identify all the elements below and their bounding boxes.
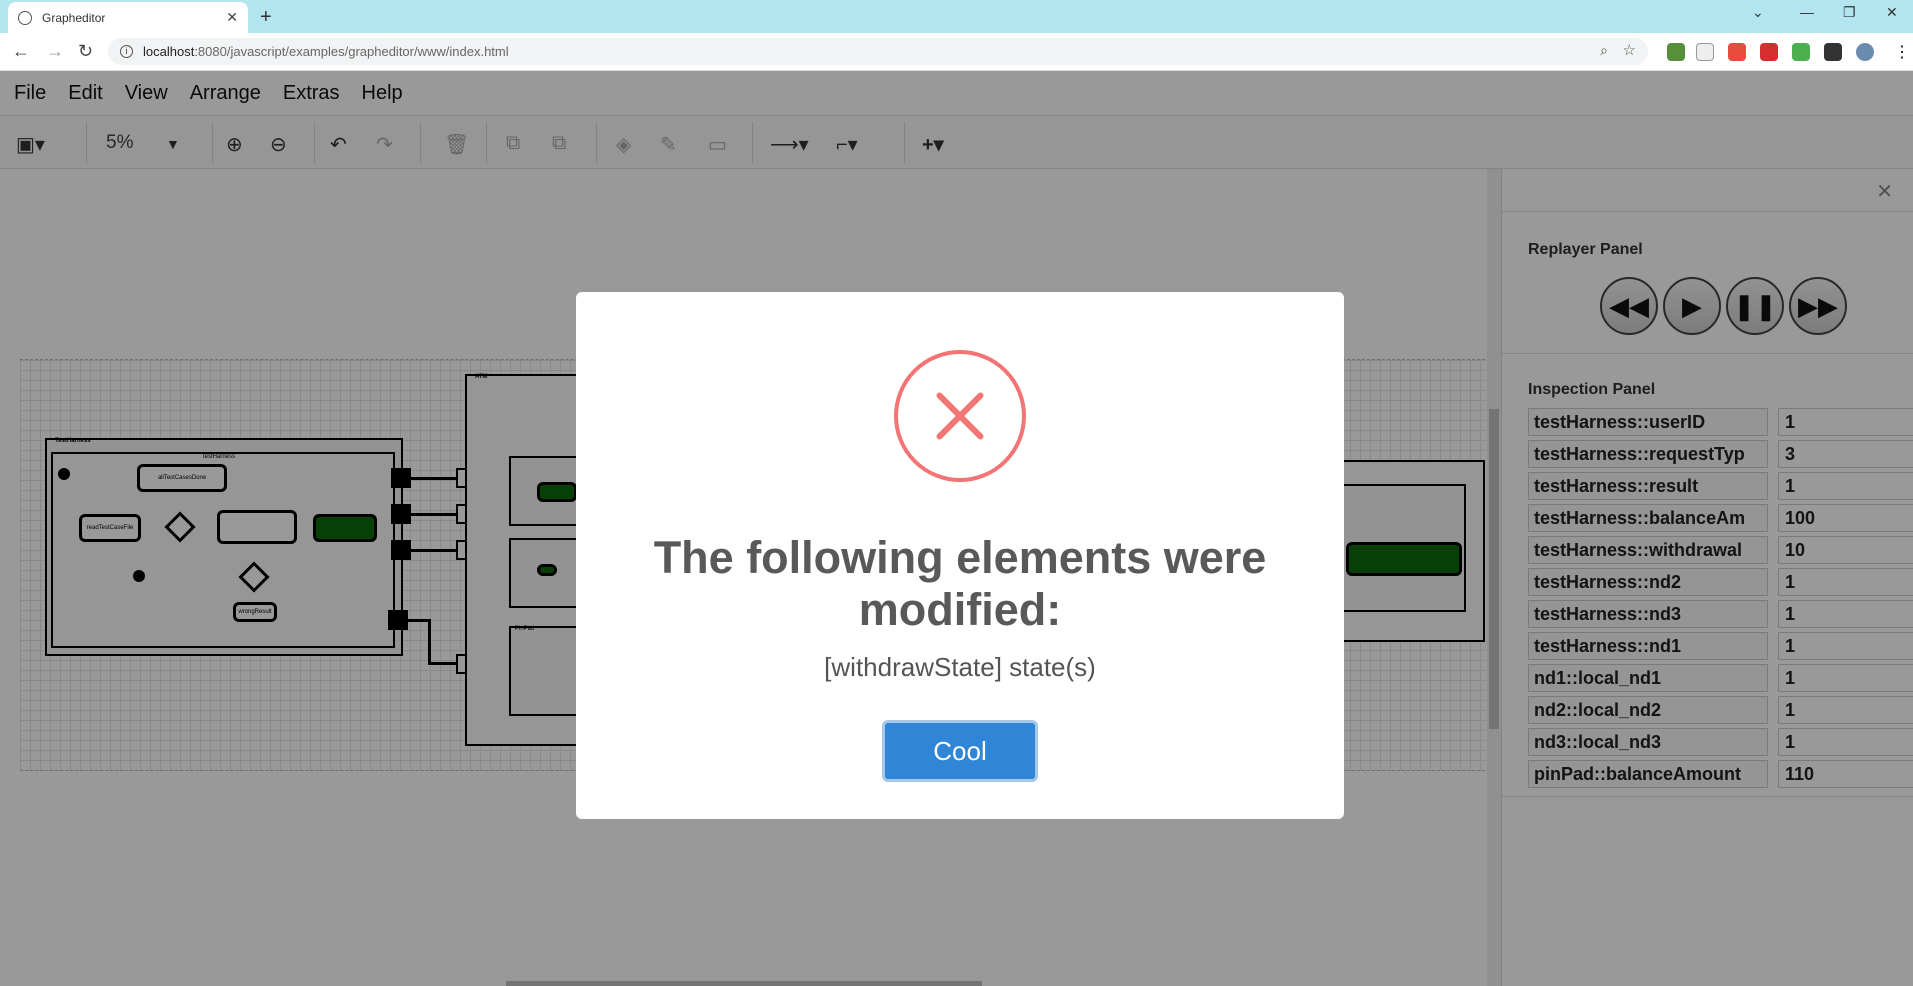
alert-dialog: The following elements were modified: [w… [576,292,1344,819]
globe-icon [18,10,32,25]
back-icon[interactable]: ← [12,41,30,62]
tab-title: Grapheditor [42,10,106,25]
forward-icon[interactable]: → [46,41,64,62]
browser-addressbar: ← → ↻ i localhost:8080/javascript/exampl… [0,33,1913,71]
confirm-button[interactable]: Cool [882,720,1038,782]
browser-tabbar: Grapheditor ✕ + ⌄ — ❐ ✕ [0,0,1913,33]
extension-icon-2[interactable] [1696,43,1714,61]
avatar[interactable] [1856,43,1874,61]
url-field[interactable]: i localhost:8080/javascript/examples/gra… [108,38,1648,65]
menu-kebab-icon[interactable]: ⋮ [1894,42,1910,62]
dialog-title: The following elements were modified: [653,532,1267,635]
extension-icon-5[interactable] [1792,43,1810,61]
new-tab-button[interactable]: + [260,6,272,29]
info-icon[interactable]: i [120,45,133,58]
close-tab-icon[interactable]: ✕ [226,9,238,26]
minimize-button[interactable]: — [1800,4,1814,20]
restore-button[interactable]: ❐ [1843,4,1856,21]
url-path: :8080/javascript/examples/grapheditor/ww… [194,44,509,59]
zoom-icon[interactable]: ⌕ [1600,42,1608,59]
error-x-icon [894,350,1026,482]
bookmark-star-icon[interactable]: ☆ [1623,41,1636,59]
extension-icon-1[interactable] [1667,43,1685,61]
reload-icon[interactable]: ↻ [78,41,93,62]
extension-icon-3[interactable] [1728,43,1746,61]
browser-tab[interactable]: Grapheditor ✕ [8,2,248,33]
extension-icon-4[interactable] [1760,43,1778,61]
close-window-button[interactable]: ✕ [1886,4,1898,21]
url-host: localhost [143,44,195,59]
tab-search-icon[interactable]: ⌄ [1752,4,1764,21]
dialog-message: [withdrawState] state(s) [824,652,1096,682]
puzzle-icon[interactable] [1824,43,1842,61]
